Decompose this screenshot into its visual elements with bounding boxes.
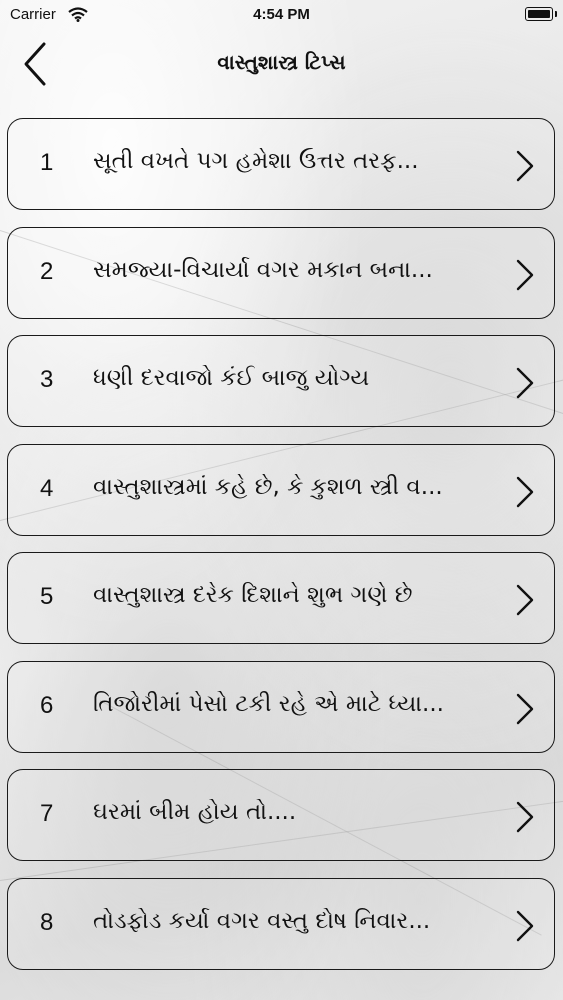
item-number: 7 bbox=[40, 800, 54, 827]
item-number: 4 bbox=[40, 474, 54, 502]
back-button[interactable] bbox=[16, 40, 56, 88]
list-item[interactable]: 2 સમજ્યા-વિચાર્યા વગર મકાન બના... bbox=[7, 226, 555, 319]
item-title: સૂતી વખતે પગ હમેશા ઉત્તર તરફ... bbox=[93, 148, 419, 174]
navigation-bar: વાસ્તુશાસ્ત્ર ટિપ્સ bbox=[0, 30, 563, 100]
chevron-right-icon bbox=[516, 476, 534, 507]
list-item[interactable]: 3 ધણી દરવાજો કંઈ બાજુ યોગ્ય bbox=[7, 335, 555, 427]
item-title: તોડફોડ કર્યા વગર વસ્તુ દોષ નિવાર... bbox=[93, 907, 431, 934]
chevron-right-icon bbox=[516, 367, 534, 399]
item-title: સમજ્યા-વિચાર્યા વગર મકાન બના... bbox=[93, 256, 433, 283]
item-title: ધણી દરવાજો કંઈ બાજુ યોગ્ય bbox=[93, 365, 370, 391]
item-number: 5 bbox=[40, 583, 54, 610]
chevron-right-icon bbox=[516, 584, 534, 616]
status-time: 4:54 PM bbox=[253, 6, 310, 23]
list-item[interactable]: 5 વાસ્તુશાસ્ત્ર દરેક દિશાને શુભ ગણે છે bbox=[7, 552, 555, 644]
item-number: 1 bbox=[40, 149, 54, 176]
list-item[interactable]: 4 વાસ્તુશાસ્ત્રમાં કહે છે, કે કુશળ સ્ત્ર… bbox=[7, 443, 555, 536]
list-item[interactable]: 8 તોડફોડ કર્યા વગર વસ્તુ દોષ નિવાર... bbox=[7, 877, 555, 970]
chevron-right-icon bbox=[516, 150, 534, 182]
chevron-right-icon bbox=[516, 693, 534, 724]
item-number: 6 bbox=[40, 691, 54, 719]
item-title: વાસ્તુશાસ્ત્ર દરેક દિશાને શુભ ગણે છે bbox=[93, 582, 413, 608]
item-number: 8 bbox=[40, 908, 54, 936]
chevron-left-icon bbox=[24, 42, 46, 86]
status-bar: Carrier 4:54 PM bbox=[0, 0, 563, 30]
chevron-right-icon bbox=[516, 259, 534, 290]
item-number: 2 bbox=[40, 257, 54, 285]
item-title: વાસ્તુશાસ્ત્રમાં કહે છે, કે કુશળ સ્ત્રી … bbox=[93, 473, 443, 500]
chevron-right-icon bbox=[516, 910, 534, 941]
item-number: 3 bbox=[40, 366, 54, 393]
page-title: વાસ્તુશાસ્ત્ર ટિપ્સ bbox=[217, 50, 346, 74]
chevron-right-icon bbox=[516, 801, 534, 833]
item-title: તિજોરીમાં પેસો ટકી રહે એ માટે ધ્યા... bbox=[93, 690, 444, 717]
item-title: ઘરમાં બીમ હોય તો.... bbox=[93, 799, 297, 825]
list-item[interactable]: 6 તિજોરીમાં પેસો ટકી રહે એ માટે ધ્યા... bbox=[7, 660, 555, 753]
tips-list: 1 સૂતી વખતે પગ હમેશા ઉત્તર તરફ... 2 સમજ્… bbox=[7, 118, 555, 986]
list-item[interactable]: 1 સૂતી વખતે પગ હમેશા ઉત્તર તરફ... bbox=[7, 118, 555, 210]
list-item[interactable]: 7 ઘરમાં બીમ હોય તો.... bbox=[7, 769, 555, 861]
battery-icon bbox=[525, 7, 557, 21]
